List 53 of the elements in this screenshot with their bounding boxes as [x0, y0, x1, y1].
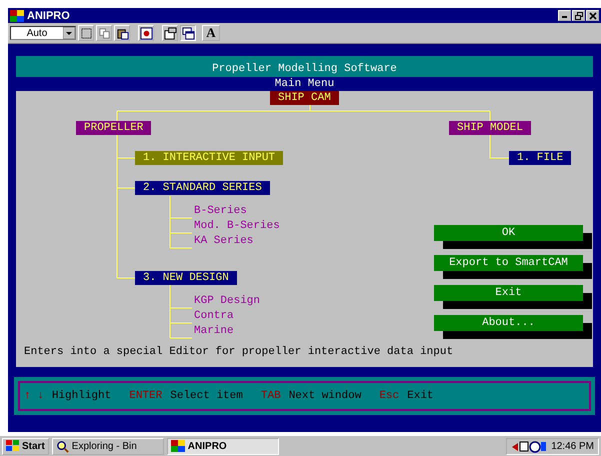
key-action: Highlight	[52, 390, 112, 402]
font-button[interactable]: A	[202, 25, 220, 41]
start-button[interactable]: Start	[2, 438, 49, 454]
menu-node[interactable]: PROPELLER	[76, 121, 152, 135]
menu-item[interactable]: 1. INTERACTIVE INPUT	[135, 151, 284, 165]
key-label: ENTER	[129, 390, 162, 402]
menu-option[interactable]: Contra	[194, 309, 234, 324]
window-title: ANIPRO	[27, 10, 71, 22]
menu-button[interactable]: OK	[434, 225, 583, 241]
magnifier-icon	[56, 440, 69, 452]
close-icon	[588, 12, 596, 20]
windows-logo-icon	[6, 440, 20, 452]
key-action: Next window	[288, 390, 362, 402]
restore-icon	[574, 12, 582, 20]
menu-button[interactable]: About...	[434, 315, 583, 331]
key-label: ↑ ↓	[24, 390, 44, 402]
menu-option[interactable]: KGP Design	[194, 294, 260, 309]
restore-button[interactable]	[572, 10, 585, 21]
select-icon[interactable]	[78, 25, 94, 41]
paste-icon[interactable]	[114, 25, 130, 41]
taskbar-button[interactable]: Exploring - Bin	[52, 438, 164, 454]
key-action: Exit	[407, 390, 434, 402]
menu-item[interactable]: 1. FILE	[509, 151, 572, 165]
menu-option[interactable]: Mod. B-Series	[194, 219, 280, 234]
status-message: Enters into a special Editor for propeller interactive data input	[24, 346, 454, 358]
tray-icons[interactable]	[511, 439, 548, 453]
app-header: Propeller Modelling Software	[16, 56, 593, 77]
minimize-button[interactable]	[558, 10, 571, 21]
menu-title: Main Menu	[274, 77, 336, 91]
menu-node[interactable]: SHIP MODEL	[449, 121, 532, 135]
app-icon	[10, 10, 24, 22]
fullscreen-icon[interactable]	[138, 25, 154, 41]
font-size-dropdown[interactable]: Auto	[10, 26, 76, 40]
menu-option[interactable]: Marine	[194, 324, 234, 339]
menu-option[interactable]: B-Series	[194, 204, 247, 219]
menu-option[interactable]: KA Series	[194, 234, 254, 249]
key-label: Esc	[379, 390, 400, 402]
dropdown-arrow-icon	[63, 27, 75, 39]
taskbar-button[interactable]: ANIPRO	[166, 438, 279, 454]
menu-button[interactable]: Exit	[434, 285, 583, 301]
minimize-icon	[562, 16, 567, 18]
key-action: Select item	[170, 390, 243, 402]
copy-icon[interactable]	[96, 25, 112, 41]
menu-node[interactable]: SHIP CAM	[270, 91, 339, 105]
properties-icon[interactable]	[162, 25, 178, 41]
close-button[interactable]	[586, 10, 599, 21]
key-label: TAB	[260, 390, 281, 402]
background-icon[interactable]	[180, 25, 196, 41]
menu-item[interactable]: 3. NEW DESIGN	[135, 271, 237, 285]
clock: 12:46 PM	[551, 440, 594, 452]
menu-item[interactable]: 2. STANDARD SERIES	[135, 181, 270, 195]
menu-button[interactable]: Export to SmartCAM	[434, 255, 583, 271]
app-icon	[170, 440, 185, 452]
